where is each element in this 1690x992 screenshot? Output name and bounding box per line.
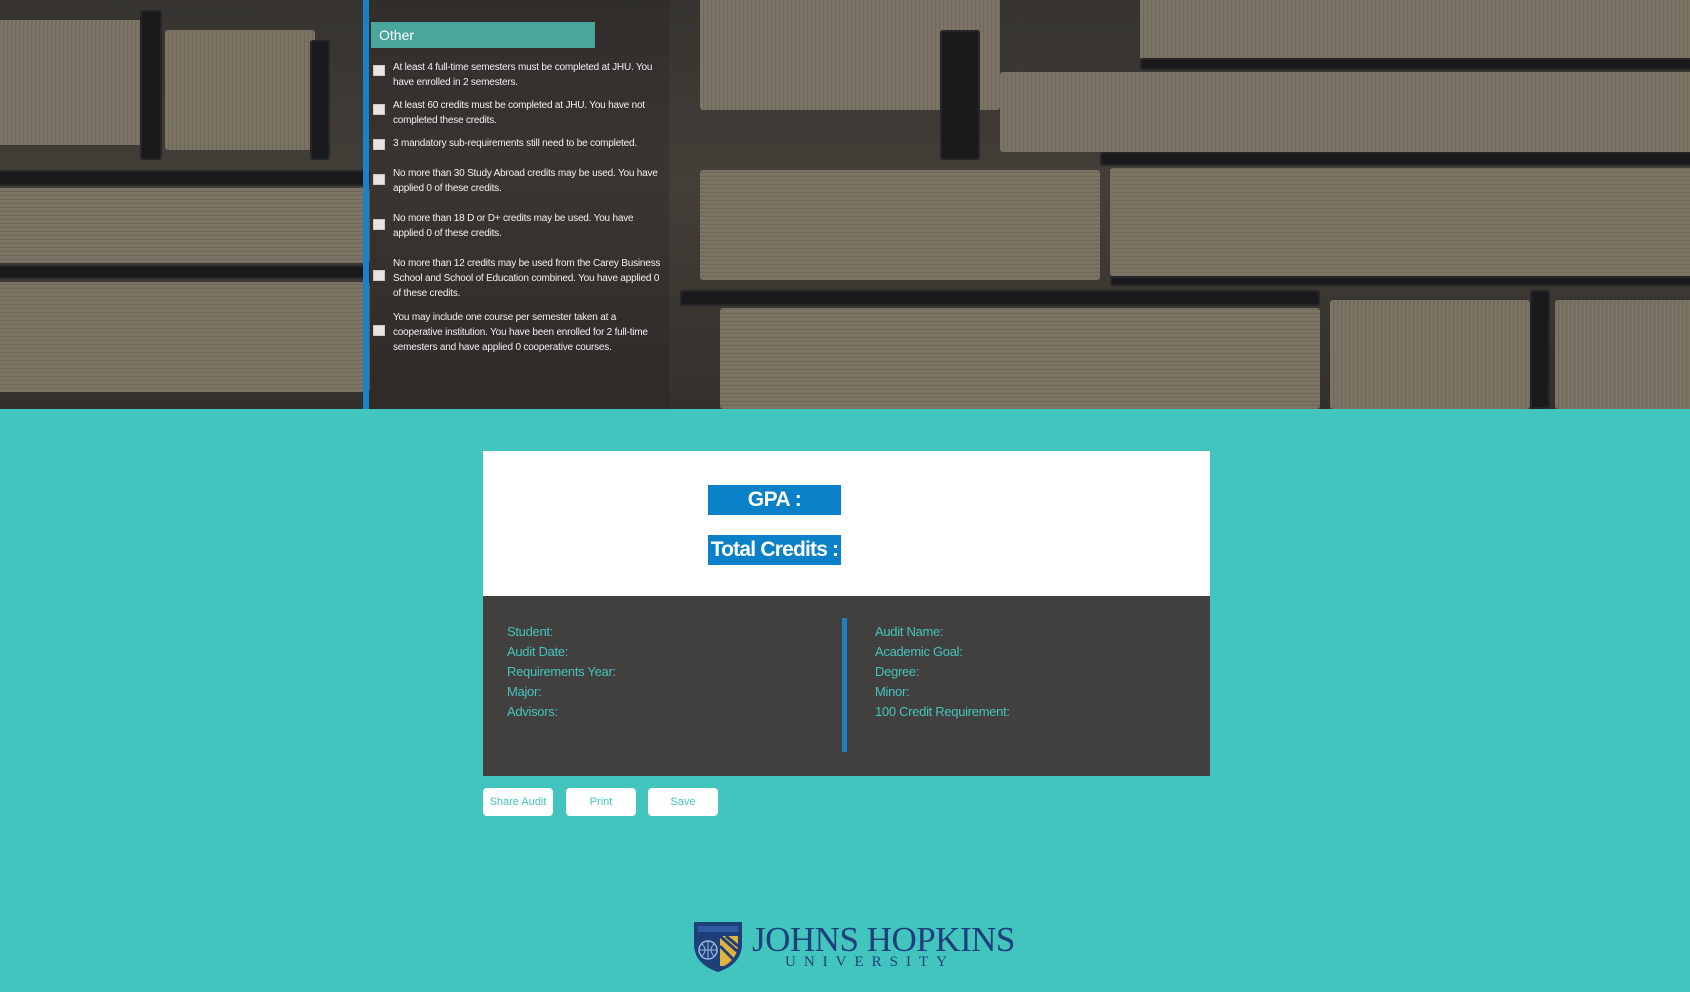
audit-info-panel: Student: Audit Date: Requirements Year: …: [483, 596, 1210, 776]
audit-date-label: Audit Date:: [507, 644, 569, 659]
requirement-checkbox[interactable]: [373, 219, 385, 230]
save-button[interactable]: Save: [648, 788, 718, 816]
audit-name-label: Audit Name:: [875, 624, 944, 639]
requirement-text: You may include one course per semester …: [393, 312, 648, 353]
advisors-label: Advisors:: [507, 704, 558, 719]
jhu-logo: JOHNS HOPKINS UNIVERSITY: [690, 918, 1015, 974]
requirement-checkbox[interactable]: [373, 270, 385, 281]
other-section-header: Other: [371, 22, 595, 48]
logo-subtitle: UNIVERSITY: [785, 954, 955, 970]
logo-wordmark: JOHNS HOPKINS: [752, 920, 1015, 959]
gpa-credits-card: GPA : Total Credits :: [483, 451, 1210, 596]
credit-requirement-label: 100 Credit Requirement:: [875, 704, 1010, 719]
requirement-text: At least 60 credits must be completed at…: [393, 100, 645, 126]
degree-label: Degree:: [875, 664, 920, 679]
requirement-checkbox[interactable]: [373, 65, 385, 76]
audit-info-left-column: Student: Audit Date: Requirements Year: …: [507, 622, 616, 722]
total-credits-label: Total Credits :: [708, 535, 841, 565]
minor-label: Minor:: [875, 684, 910, 699]
requirement-checkbox[interactable]: [373, 139, 385, 150]
requirement-text: No more than 30 Study Abroad credits may…: [393, 168, 658, 194]
audit-info-right-column: Audit Name: Academic Goal: Degree: Minor…: [875, 622, 1010, 722]
gpa-label: GPA :: [708, 485, 841, 515]
academic-goal-label: Academic Goal:: [875, 644, 963, 659]
requirement-text: No more than 18 D or D+ credits may be u…: [393, 213, 634, 239]
share-audit-button[interactable]: Share Audit: [483, 788, 553, 816]
requirement-checkbox[interactable]: [373, 174, 385, 185]
student-label: Student:: [507, 624, 554, 639]
requirement-text: At least 4 full-time semesters must be c…: [393, 62, 653, 88]
requirement-checkbox[interactable]: [373, 104, 385, 115]
jhu-shield-icon: [694, 922, 742, 972]
print-button[interactable]: Print: [566, 788, 636, 816]
requirement-text: 3 mandatory sub-requirements still need …: [393, 138, 637, 149]
hero-overlay: [0, 0, 1690, 409]
info-divider: [842, 618, 847, 752]
major-label: Major:: [507, 684, 542, 699]
books-hero-background: [0, 0, 1690, 409]
requirement-text: No more than 12 credits may be used from…: [393, 258, 661, 299]
requirements-year-label: Requirements Year:: [507, 664, 616, 679]
requirement-checkbox[interactable]: [373, 325, 385, 336]
